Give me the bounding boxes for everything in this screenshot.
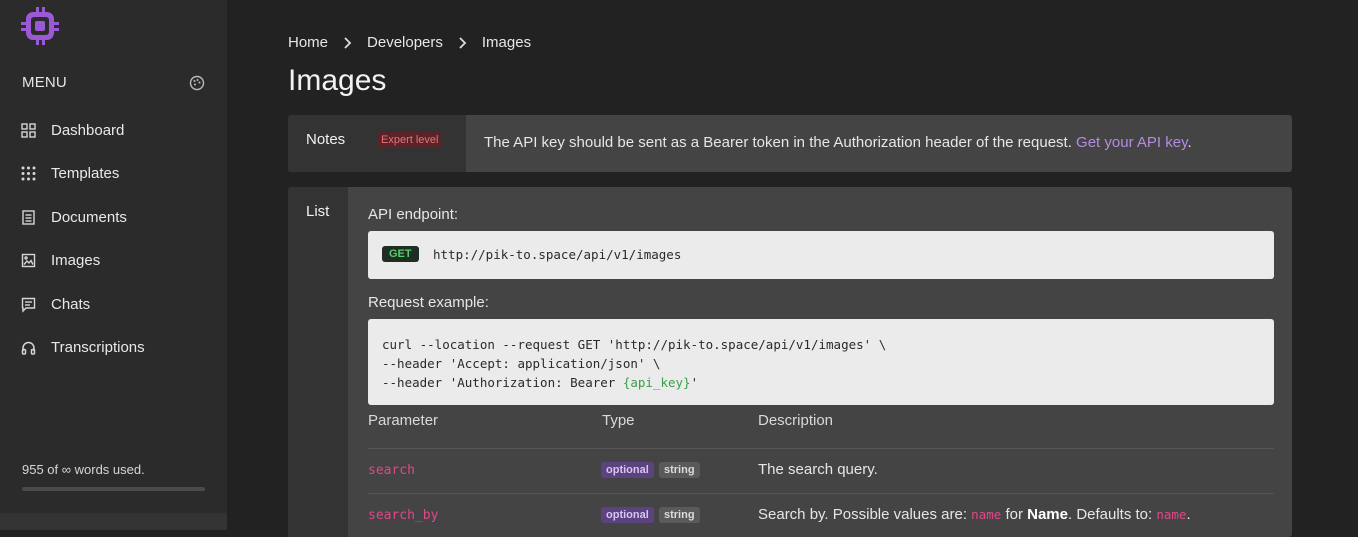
document-icon [22,209,35,225]
code-line-tail: ' [690,375,699,390]
optional-badge: optional [601,507,654,523]
sidebar-item-label: Transcriptions [51,338,145,356]
sidebar-item-images[interactable]: Images [20,249,100,271]
notes-label-column: Notes Expert level [288,115,466,172]
desc-bold: Name [1027,506,1068,523]
request-example-box: curl --location --request GET 'http://pi… [368,319,1274,405]
desc-text: . [1186,506,1191,523]
sidebar-item-label: Templates [51,164,120,182]
param-description: The search query. [758,461,878,478]
sidebar-item-label: Chats [51,295,91,313]
image-icon [21,253,36,267]
endpoint-box: GET http://pik-to.space/api/v1/images [368,231,1274,279]
notes-body: The API key should be sent as a Bearer t… [484,134,1077,151]
breadcrumb-current: Images [481,34,532,51]
get-api-key-link[interactable]: Get your API key [1076,134,1187,151]
sidebar-item-chats[interactable]: Chats [20,293,90,315]
optional-badge: optional [601,462,654,478]
request-example-code[interactable]: curl --location --request GET 'http://pi… [382,335,886,392]
list-panel: List API endpoint: GET http://pik-to.spa… [288,187,1292,537]
grid-icon [21,122,36,138]
http-method-badge: GET [382,246,419,262]
row-divider [368,493,1274,494]
desc-code: name [1156,507,1187,522]
sidebar-item-transcriptions[interactable]: Transcriptions [20,336,145,358]
code-variable: {api_key} [622,375,691,390]
palette-icon[interactable] [189,75,205,91]
sidebar-footer [0,513,227,530]
sidebar-item-templates[interactable]: Templates [20,162,119,184]
code-line: --header 'Authorization: Bearer [382,375,623,390]
code-line: --header 'Accept: application/json' \ [382,356,661,371]
dots-grid-icon [21,166,36,180]
notes-suffix: . [1187,134,1192,151]
page-title: Images [288,64,387,97]
sidebar-item-dashboard[interactable]: Dashboard [20,119,124,141]
column-header-description: Description [758,412,834,429]
desc-code: name [971,507,1002,522]
type-badge: string [659,462,700,478]
sidebar-item-documents[interactable]: Documents [20,206,127,228]
desc-text: for [1001,506,1028,523]
desc-text: Search by. Possible values are: [758,506,972,523]
code-line: curl --location --request GET 'http://pi… [382,337,887,352]
breadcrumb-developers[interactable]: Developers [367,34,443,51]
notes-text: The API key should be sent as a Bearer t… [484,134,1192,151]
type-badge: string [659,507,700,523]
breadcrumb-home[interactable]: Home [288,34,328,51]
endpoint-url[interactable]: http://pik-to.space/api/v1/images [433,247,681,262]
sidebar-item-label: Dashboard [51,121,125,139]
expert-level-badge: Expert level [377,132,443,148]
param-description: Search by. Possible values are: name for… [758,506,1191,523]
desc-text: . Defaults to: [1067,506,1157,523]
sidebar-item-label: Images [51,251,101,269]
request-example-label: Request example: [368,294,489,311]
list-label: List [306,203,330,220]
headphones-icon [21,341,36,355]
column-header-parameter: Parameter [368,412,439,429]
menu-title: MENU [22,74,67,91]
breadcrumb: Home Developers Images [288,34,531,51]
chevron-right-icon [459,36,467,49]
sidebar-item-label: Documents [51,208,127,226]
row-divider [368,448,1274,449]
usage-progress-bar [22,487,205,491]
sidebar: MENU Dashboard Templates Documents Image… [0,0,227,530]
param-name: search_by [368,508,439,523]
app-logo-icon[interactable] [21,7,59,45]
notes-panel: Notes Expert level The API key should be… [288,115,1292,172]
chevron-right-icon [344,36,352,49]
list-label-column: List [288,187,348,537]
notes-label: Notes [306,131,346,148]
column-header-type: Type [602,412,635,429]
endpoint-label: API endpoint: [368,206,459,223]
chat-icon [21,297,36,313]
usage-text: 955 of ∞ words used. [22,462,145,477]
param-name: search [368,463,415,478]
